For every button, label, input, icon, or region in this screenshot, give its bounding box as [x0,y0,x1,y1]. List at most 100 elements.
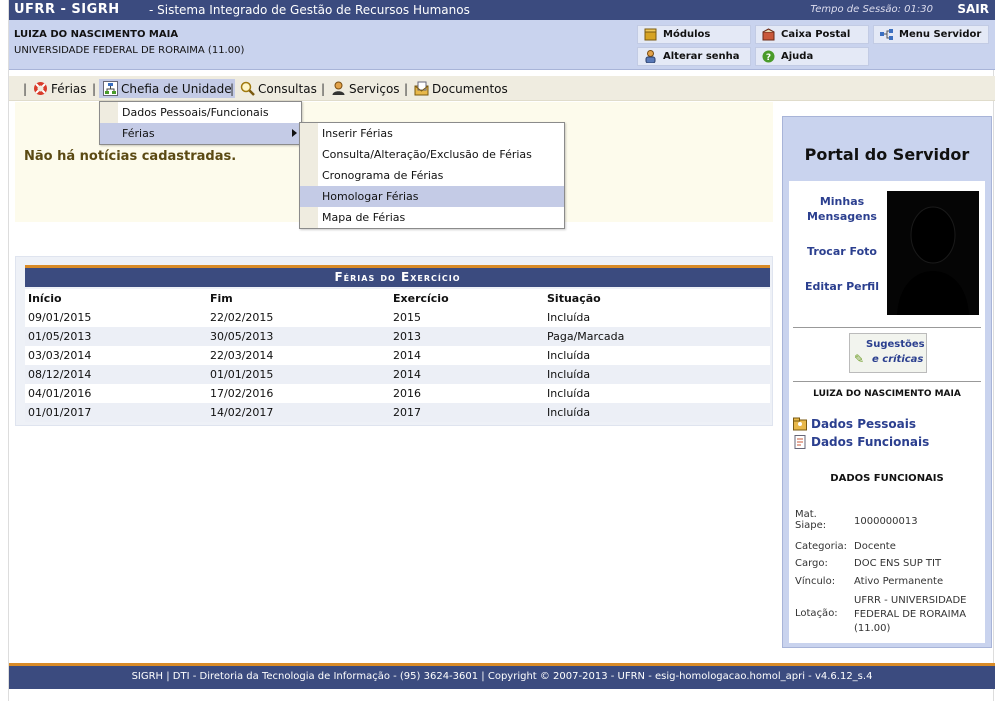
main-menu-bar: | Férias | Chefia de Unidade | Consultas… [9,76,995,101]
column-header-situacao: Situação [544,289,770,308]
menu-documentos[interactable]: Documentos [413,79,508,98]
table-header-row: Início Fim Exercício Situação [25,289,770,308]
cell-fim: 17/02/2016 [207,384,390,403]
portal-user-name: LUIZA DO NASCIMENTO MAIA [813,389,961,399]
cell-fim: 22/03/2014 [207,346,390,365]
svg-text:?: ? [765,53,770,63]
dados-funcionais-label: Dados Funcionais [811,435,930,449]
user-info-bar: LUIZA DO NASCIMENTO MAIA UNIVERSIDADE FE… [9,20,995,70]
menu-servicos-label: Serviços [349,81,400,96]
submenu-item-cronograma-de-ferias[interactable]: Cronograma de Férias [300,165,564,186]
criticas-label: e críticas [872,354,924,365]
mailbox-icon [761,28,775,42]
dados-pessoais-link[interactable]: Dados Pessoais [793,417,916,431]
exit-link[interactable]: SAIR [957,2,989,16]
field-label: Cargo: [795,558,828,569]
cell-exercicio: 2014 [390,365,544,384]
dados-funcionais-link[interactable]: Dados Funcionais [793,435,929,449]
submenu-item-mapa-de-ferias[interactable]: Mapa de Férias [300,207,564,228]
alterar-senha-button[interactable]: Alterar senha [637,47,751,66]
dados-funcionais-title: DADOS FUNCIONAIS [830,473,944,484]
minhas-label: Minhas [819,195,865,208]
table-row: 01/01/2017 14/02/2017 2017 Incluída [25,403,770,422]
editar-perfil-link[interactable]: Editar Perfil [799,280,885,293]
documents-icon [413,81,429,97]
ferias-submenu: Inserir Férias Consulta/Alteração/Exclus… [299,122,565,229]
caixa-postal-button[interactable]: Caixa Postal [755,25,869,44]
field-value: UFRR - UNIVERSIDADE FEDERAL DE RORAIMA (… [854,595,967,634]
minhas-mensagens-link[interactable]: Minhas Mensagens [799,195,885,223]
modulos-button[interactable]: Módulos [637,25,751,44]
cell-inicio: 01/01/2017 [25,403,207,422]
dados-pessoais-label: Dados Pessoais [811,417,917,431]
cell-inicio: 08/12/2014 [25,365,207,384]
submenu-item-consulta-alteracao-exclusao[interactable]: Consulta/Alteração/Exclusão de Férias [300,144,564,165]
sugestoes-label: Sugestões [866,339,925,350]
page-frame: UFRR - SIGRH - Sistema Integrado de Gest… [8,0,995,701]
cell-exercicio: 2014 [390,346,544,365]
field-lotacao: Lotação: UFRR - UNIVERSIDADE FEDERAL DE … [795,594,981,638]
ajuda-button[interactable]: ? Ajuda [755,47,869,66]
divider [793,327,981,328]
menu-consultas-label: Consultas [258,81,317,96]
cell-situacao: Paga/Marcada [544,327,770,346]
cell-fim: 30/05/2013 [207,327,390,346]
user-icon [330,81,346,97]
sugestoes-criticas-button[interactable]: Sugestões ✎ e críticas [849,333,927,373]
submenu-item-label: Cronograma de Férias [322,169,444,182]
cell-inicio: 04/01/2016 [25,384,207,403]
menu-separator: | [321,82,326,96]
menu-separator: | [92,82,97,96]
menu-chefia-label: Chefia de Unidade [121,81,232,96]
menu-separator: | [404,82,409,96]
submenu-item-label: Homologar Férias [322,190,419,203]
submenu-item-homologar-ferias[interactable]: Homologar Férias [300,186,564,207]
portal-do-servidor-panel: Portal do Servidor Minhas Mensagens Troc… [782,116,992,648]
cell-fim: 22/02/2015 [207,308,390,327]
menu-consultas[interactable]: Consultas [239,79,317,98]
menu-ferias[interactable]: Férias [32,79,87,98]
column-header-inicio: Início [25,289,207,308]
menu-separator: | [23,82,28,96]
field-label: Categoria: [795,541,848,552]
menu-servidor-button[interactable]: Menu Servidor [873,25,989,44]
trocar-foto-link[interactable]: Trocar Foto [799,245,885,258]
help-icon: ? [761,50,775,64]
divider [793,381,981,382]
field-mat-siape: Mat. Siape: 1000000013 [795,509,981,537]
field-value: Docente [854,541,896,552]
menu-documentos-label: Documentos [432,81,508,96]
no-news-message: Não há notícias cadastradas. [24,149,237,164]
menu-chefia-de-unidade[interactable]: Chefia de Unidade [99,79,235,98]
cell-situacao: Incluída [544,384,770,403]
menu-separator: | [230,82,235,96]
document-icon [793,435,807,449]
cell-situacao: Incluída [544,365,770,384]
cell-situacao: Incluída [544,346,770,365]
dropdown-item-ferias[interactable]: Férias [100,123,301,144]
portal-title: Portal do Servidor [804,145,970,164]
cell-situacao: Incluída [544,308,770,327]
table-row: 01/05/2013 30/05/2013 2013 Paga/Marcada [25,327,770,346]
caixa-postal-label: Caixa Postal [781,29,851,40]
user-key-icon [643,50,657,64]
ferias-table: Início Fim Exercício Situação 09/01/2015… [25,289,770,422]
ferias-table-caption: Férias do Exercício [25,265,770,287]
submenu-item-inserir-ferias[interactable]: Inserir Férias [300,123,564,144]
submenu-arrow-icon [292,129,297,137]
mensagens-label: Mensagens [807,210,877,223]
app-brand: UFRR - SIGRH [14,2,120,17]
menu-servicos[interactable]: Serviços [330,79,400,98]
field-label: Mat. Siape: [795,509,827,531]
submenu-item-label: Consulta/Alteração/Exclusão de Férias [322,148,532,161]
folder-user-icon [793,417,807,431]
org-chart-icon [102,81,118,97]
column-header-exercicio: Exercício [390,289,544,308]
cell-inicio: 01/05/2013 [25,327,207,346]
cell-inicio: 03/03/2014 [25,346,207,365]
dropdown-item-dados-pessoais-funcionais[interactable]: Dados Pessoais/Funcionais [100,102,301,123]
cube-icon [643,28,657,42]
pencil-note-icon: ✎ [854,352,865,366]
session-timer: Tempo de Sessão: 01:30 [810,4,933,15]
submenu-item-label: Mapa de Férias [322,211,406,224]
